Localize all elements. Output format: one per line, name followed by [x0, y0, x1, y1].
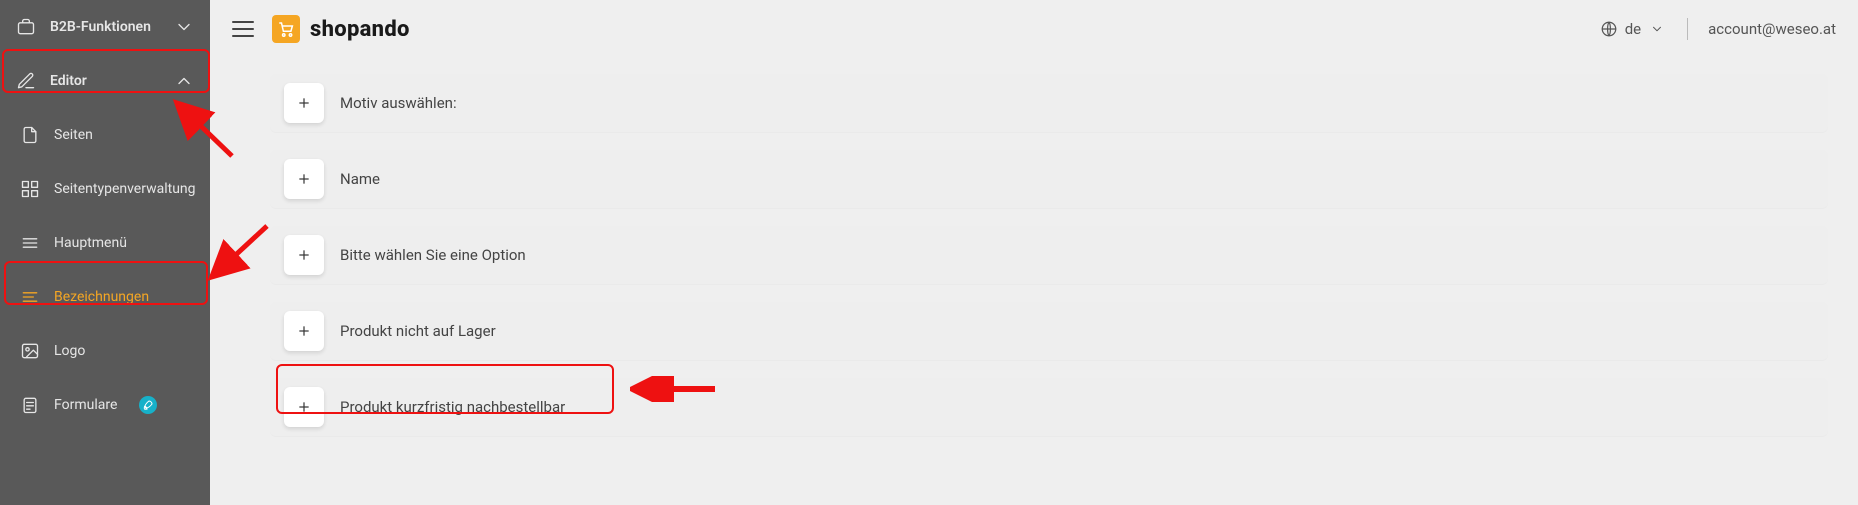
- list-row[interactable]: Produkt kurzfristig nachbestellbar: [270, 378, 1828, 436]
- clipboard-icon: [20, 395, 40, 415]
- file-icon: [20, 125, 40, 145]
- sidebar-item-label: Bezeichnungen: [54, 289, 149, 305]
- sidebar-item-label: Formulare: [54, 397, 117, 413]
- brand-name: shopando: [310, 17, 410, 42]
- expand-button[interactable]: [284, 311, 324, 351]
- chevron-down-icon: [1647, 22, 1667, 36]
- edit-icon: [16, 71, 36, 91]
- sidebar-item-hauptmenu[interactable]: Hauptmenü: [0, 216, 210, 270]
- plus-icon: [296, 171, 312, 187]
- plus-icon: [296, 323, 312, 339]
- list-row-label: Produkt nicht auf Lager: [340, 322, 496, 340]
- sidebar-item-label: Hauptmenü: [54, 235, 127, 251]
- sidebar-item-formulare[interactable]: Formulare: [0, 378, 210, 432]
- rocket-badge-icon: [139, 396, 157, 414]
- expand-button[interactable]: [284, 387, 324, 427]
- list-icon: [20, 287, 40, 307]
- list-row-label: Bitte wählen Sie eine Option: [340, 246, 526, 264]
- list-row[interactable]: Name: [270, 150, 1828, 208]
- plus-icon: [296, 247, 312, 263]
- brand-logo-icon: [272, 15, 300, 43]
- expand-button[interactable]: [284, 83, 324, 123]
- expand-button[interactable]: [284, 235, 324, 275]
- chevron-down-icon: [174, 17, 194, 37]
- brand: shopando: [272, 15, 410, 43]
- sidebar-item-label: Logo: [54, 343, 85, 359]
- globe-icon: [1599, 20, 1619, 38]
- list-row-label: Produkt kurzfristig nachbestellbar: [340, 398, 565, 416]
- topbar: shopando de account@weseo.at: [210, 0, 1858, 58]
- menu-icon: [20, 233, 40, 253]
- expand-button[interactable]: [284, 159, 324, 199]
- main-area: shopando de account@weseo.at Motiv auswä…: [210, 0, 1858, 505]
- content-list: Motiv auswählen: Name Bitte wählen Sie e…: [210, 58, 1858, 456]
- sidebar-item-logo[interactable]: Logo: [0, 324, 210, 378]
- list-row[interactable]: Produkt nicht auf Lager: [270, 302, 1828, 360]
- list-row-label: Name: [340, 170, 380, 188]
- plus-icon: [296, 95, 312, 111]
- list-row[interactable]: Motiv auswählen:: [270, 74, 1828, 132]
- sidebar-section-b2b[interactable]: B2B-Funktionen: [0, 0, 210, 54]
- chevron-up-icon: [174, 71, 194, 91]
- account-email[interactable]: account@weseo.at: [1708, 20, 1836, 38]
- briefcase-icon: [16, 17, 36, 37]
- grid-icon: [20, 179, 40, 199]
- list-row[interactable]: Bitte wählen Sie eine Option: [270, 226, 1828, 284]
- vertical-divider: [1687, 18, 1688, 40]
- image-icon: [20, 341, 40, 361]
- sidebar-item-label: Seiten: [54, 127, 93, 143]
- sidebar-section-editor-label: Editor: [50, 73, 87, 89]
- sidebar: B2B-Funktionen Editor Seiten Seitentypen…: [0, 0, 210, 505]
- hamburger-button[interactable]: [232, 21, 254, 37]
- sidebar-item-bezeichnungen[interactable]: Bezeichnungen: [0, 270, 210, 324]
- language-code: de: [1625, 20, 1641, 38]
- sidebar-item-label: Seitentypenverwaltung: [54, 181, 196, 197]
- list-row-label: Motiv auswählen:: [340, 94, 457, 112]
- sidebar-item-seitentypen[interactable]: Seitentypenverwaltung: [0, 162, 210, 216]
- plus-icon: [296, 399, 312, 415]
- sidebar-section-b2b-label: B2B-Funktionen: [50, 19, 151, 35]
- sidebar-item-seiten[interactable]: Seiten: [0, 108, 210, 162]
- language-selector[interactable]: de: [1599, 20, 1667, 38]
- sidebar-section-editor[interactable]: Editor: [0, 54, 210, 108]
